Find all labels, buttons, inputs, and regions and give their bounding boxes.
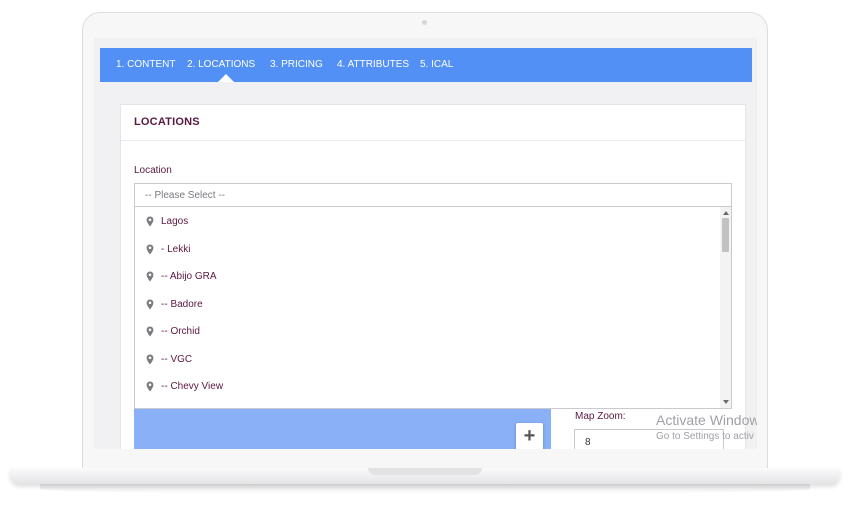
map-marker-icon xyxy=(146,299,154,310)
tab-attributes[interactable]: 4. ATTRIBUTES xyxy=(337,48,409,82)
camera-icon xyxy=(422,20,427,25)
laptop-notch xyxy=(368,468,482,475)
tab-content[interactable]: 1. CONTENT xyxy=(116,48,175,82)
map-marker-icon xyxy=(146,326,154,337)
tab-pricing[interactable]: 3. PRICING xyxy=(270,48,323,82)
map-zoom-in-button[interactable]: + xyxy=(516,423,543,449)
location-option-label: -- Abijo GRA xyxy=(161,271,217,282)
map-marker-icon xyxy=(146,354,154,365)
active-tab-indicator xyxy=(218,74,234,82)
location-select-value: -- Please Select -- xyxy=(145,190,226,201)
location-option[interactable]: -- Chevy View xyxy=(135,374,721,401)
location-option[interactable]: -- Abijo GRA xyxy=(135,264,721,291)
plus-icon: + xyxy=(523,425,536,447)
location-option-label: -- VGC xyxy=(161,354,193,365)
panel-header: LOCATIONS xyxy=(121,105,745,141)
location-option-label: -- Chevy View xyxy=(161,381,224,392)
location-option[interactable]: Lagos xyxy=(135,209,721,236)
location-option-label: -- Badore xyxy=(161,299,203,310)
laptop-shadow xyxy=(40,484,810,494)
location-dropdown[interactable]: Lagos - Lekki -- Abijo GRA -- Badore -- … xyxy=(134,207,732,409)
locations-panel: LOCATIONS Location -- Please Select -- L… xyxy=(120,104,746,449)
location-option-label: Lagos xyxy=(161,216,189,227)
activation-watermark: Activate Window Go to Settings to activ xyxy=(656,412,757,444)
location-option-label: - Lekki xyxy=(161,244,191,255)
map-marker-icon xyxy=(146,271,154,282)
location-option-label: -- Orchid xyxy=(161,326,200,337)
map-zoom-value: 8 xyxy=(585,437,591,448)
map-zoom-label: Map Zoom: xyxy=(575,411,626,422)
map-area[interactable]: + xyxy=(134,409,551,449)
map-marker-icon xyxy=(146,216,154,227)
dropdown-scrollbar[interactable] xyxy=(720,207,731,408)
tab-bar: 1. CONTENT 2. LOCATIONS 3. PRICING 4. AT… xyxy=(100,48,752,82)
tab-ical[interactable]: 5. ICAL xyxy=(420,48,453,82)
location-option[interactable]: - Lekki xyxy=(135,237,721,264)
scroll-up-arrow-icon[interactable] xyxy=(723,211,729,215)
watermark-line-1: Activate Window xyxy=(656,412,757,428)
location-option[interactable]: -- VGC xyxy=(135,347,721,374)
location-option[interactable]: -- Orchid xyxy=(135,319,721,346)
location-select[interactable]: -- Please Select -- xyxy=(134,183,732,207)
scroll-down-arrow-icon[interactable] xyxy=(723,400,729,404)
scroll-thumb[interactable] xyxy=(722,218,729,252)
map-marker-icon xyxy=(146,381,154,392)
screen: 1. CONTENT 2. LOCATIONS 3. PRICING 4. AT… xyxy=(94,38,757,449)
location-label: Location xyxy=(134,165,172,176)
panel-title: LOCATIONS xyxy=(134,116,200,128)
watermark-line-2: Go to Settings to activ xyxy=(656,431,754,442)
location-option[interactable]: -- Badore xyxy=(135,292,721,319)
map-marker-icon xyxy=(146,244,154,255)
